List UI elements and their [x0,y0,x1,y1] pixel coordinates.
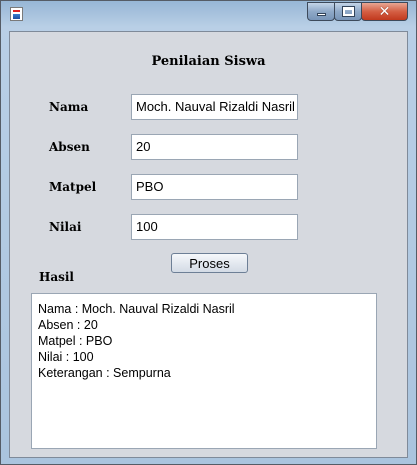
matpel-label: Matpel [49,180,97,194]
absen-label: Absen [49,140,90,154]
close-button[interactable]: ✕ [361,2,408,21]
result-line: Keterangan : Sempurna [38,366,171,380]
absen-field[interactable]: 20 [131,134,298,160]
result-line: Matpel : PBO [38,334,113,348]
minimize-icon [316,13,326,16]
result-line: Nama : Moch. Nauval Rizaldi Nasril [38,302,235,316]
minimize-button[interactable] [307,2,335,21]
matpel-field[interactable]: PBO [131,174,298,200]
form-panel: Penilaian Siswa Nama Moch. Nauval Rizald… [9,31,408,458]
result-textarea[interactable]: Nama : Moch. Nauval Rizaldi Nasril Absen… [31,293,377,449]
maximize-button[interactable] [334,2,362,21]
maximize-icon [342,7,354,16]
page-title: Penilaian Siswa [151,54,266,69]
title-bar[interactable]: ✕ [1,1,416,27]
java-app-icon[interactable] [10,7,23,21]
hasil-label: Hasil [39,270,74,284]
nilai-field[interactable]: 100 [131,214,298,240]
result-line: Absen : 20 [38,318,98,332]
nama-label: Nama [49,100,89,114]
app-window: ✕ Penilaian Siswa Nama Moch. Nauval Riza… [0,0,417,465]
result-line: Nilai : 100 [38,350,94,364]
nama-field[interactable]: Moch. Nauval Rizaldi Nasril [131,94,298,120]
nilai-label: Nilai [49,220,82,234]
close-icon: ✕ [378,3,391,20]
proses-button[interactable]: Proses [171,253,248,273]
